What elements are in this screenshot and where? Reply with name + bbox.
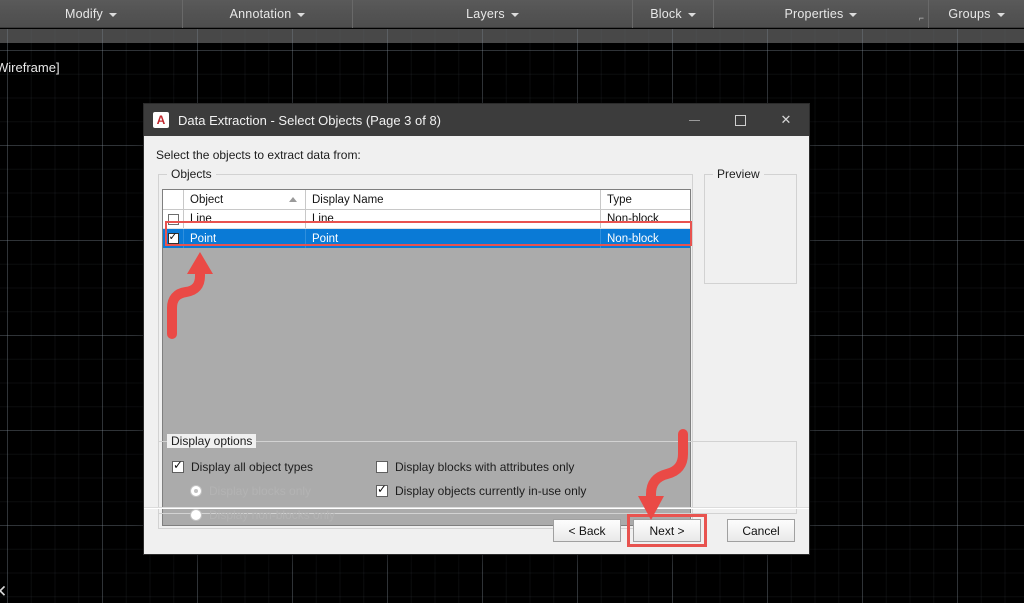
ribbon-panel-properties[interactable]: Properties ⌐ (714, 0, 929, 28)
option-label: Display blocks with attributes only (395, 460, 575, 474)
ribbon-panel-groups-label: Groups (948, 7, 991, 21)
checkbox-display-blocks-with-attributes-only[interactable] (376, 461, 388, 473)
ribbon-panel-layers[interactable]: Layers (353, 0, 633, 28)
footer-separator (144, 507, 809, 509)
ribbon-panel-layers-label: Layers (466, 7, 505, 21)
ribbon-panel-annotation-label: Annotation (229, 7, 292, 21)
ribbon-panel-modify[interactable]: Modify (0, 0, 183, 28)
ribbon-panel-modify-label: Modify (64, 7, 104, 21)
preview-group: Preview (704, 167, 797, 284)
close-icon: ✕ (780, 112, 792, 127)
option-display-all-object-types[interactable]: Display all object types (172, 458, 314, 474)
column-header-object-label: Object (190, 193, 224, 206)
viewport-label: Wireframe] (0, 60, 60, 75)
row-object-cell: Line (184, 210, 306, 228)
minimize-icon (688, 119, 700, 121)
chevron-down-icon (297, 13, 306, 17)
column-header-display-name-label: Display Name (312, 193, 384, 206)
preview-group-title: Preview (713, 167, 764, 181)
display-options-group-title: Display options (167, 434, 257, 448)
column-header-object[interactable]: Object (184, 190, 306, 209)
row-type-cell: Non-block (607, 232, 659, 245)
dialog-titlebar[interactable]: A Data Extraction - Select Objects (Page… (144, 104, 809, 136)
option-display-blocks-with-attributes-only[interactable]: Display blocks with attributes only (376, 460, 574, 474)
chevron-down-icon (687, 13, 696, 17)
ribbon-panel-block[interactable]: Block (633, 0, 714, 28)
minimize-button[interactable] (671, 104, 717, 136)
row-checkbox-cell[interactable] (163, 229, 184, 248)
row-checkbox[interactable] (167, 230, 179, 244)
row-display-name-cell: Point (306, 229, 601, 248)
ribbon-panel-properties-label: Properties (784, 7, 844, 21)
crosshair-icon: ✕ (0, 582, 8, 601)
row-display-name-cell: Line (306, 210, 601, 228)
option-label: Display all object types (191, 460, 314, 474)
chevron-down-icon (849, 13, 858, 17)
table-row[interactable]: Point Point Non-block (163, 229, 690, 248)
ribbon-panel-groups[interactable]: Groups (929, 0, 1024, 28)
objects-group-title: Objects (167, 167, 216, 181)
chevron-down-icon (996, 13, 1005, 17)
ribbon-panel-annotation[interactable]: Annotation (183, 0, 353, 28)
option-label: Display non-blocks only (209, 508, 336, 522)
table-header-row: Object Display Name Type (163, 190, 690, 210)
radio-display-blocks-only (190, 485, 202, 497)
dialog-launcher-icon[interactable]: ⌐ (919, 14, 924, 23)
back-button[interactable]: < Back (553, 519, 621, 542)
radio-display-non-blocks-only (190, 509, 202, 521)
column-header-type-label: Type (607, 193, 632, 206)
option-display-objects-in-use-only[interactable]: Display objects currently in-use only (376, 482, 587, 498)
display-options-group: Display options Display all object types… (158, 434, 797, 522)
maximize-icon (734, 114, 746, 126)
dialog-title: Data Extraction - Select Objects (Page 3… (178, 112, 442, 128)
row-checkbox-cell[interactable] (163, 210, 184, 228)
row-checkbox[interactable] (167, 213, 179, 225)
window-controls: ✕ (671, 104, 809, 136)
chevron-down-icon (109, 13, 118, 17)
row-object-cell: Point (184, 229, 306, 248)
chevron-down-icon (510, 13, 519, 17)
option-display-blocks-only: Display blocks only (190, 484, 311, 498)
sort-ascending-icon (289, 197, 297, 202)
cancel-button[interactable]: Cancel (727, 519, 795, 542)
next-button[interactable]: Next > (633, 519, 701, 542)
column-header-type[interactable]: Type (601, 190, 690, 209)
autocad-logo-icon: A (153, 112, 169, 128)
dialog-body: Select the objects to extract data from:… (144, 136, 809, 555)
option-display-non-blocks-only: Display non-blocks only (190, 508, 335, 522)
column-header-checkbox (163, 190, 184, 209)
column-header-display-name[interactable]: Display Name (306, 190, 601, 209)
row-type-cell: Non-block (607, 213, 659, 225)
checkbox-display-objects-in-use-only[interactable] (376, 482, 388, 497)
checkbox-display-all-object-types[interactable] (172, 458, 184, 473)
close-button[interactable]: ✕ (763, 104, 809, 136)
table-row[interactable]: Line Line Non-block (163, 210, 690, 229)
instruction-label: Select the objects to extract data from: (156, 148, 361, 162)
option-label: Display objects currently in-use only (395, 484, 587, 498)
data-extraction-dialog: A Data Extraction - Select Objects (Page… (143, 103, 810, 555)
ribbon-toolbar: Modify Annotation Layers Block Propertie… (0, 0, 1024, 28)
ribbon-panel-block-label: Block (650, 7, 682, 21)
option-label: Display blocks only (209, 484, 312, 498)
maximize-button[interactable] (717, 104, 763, 136)
